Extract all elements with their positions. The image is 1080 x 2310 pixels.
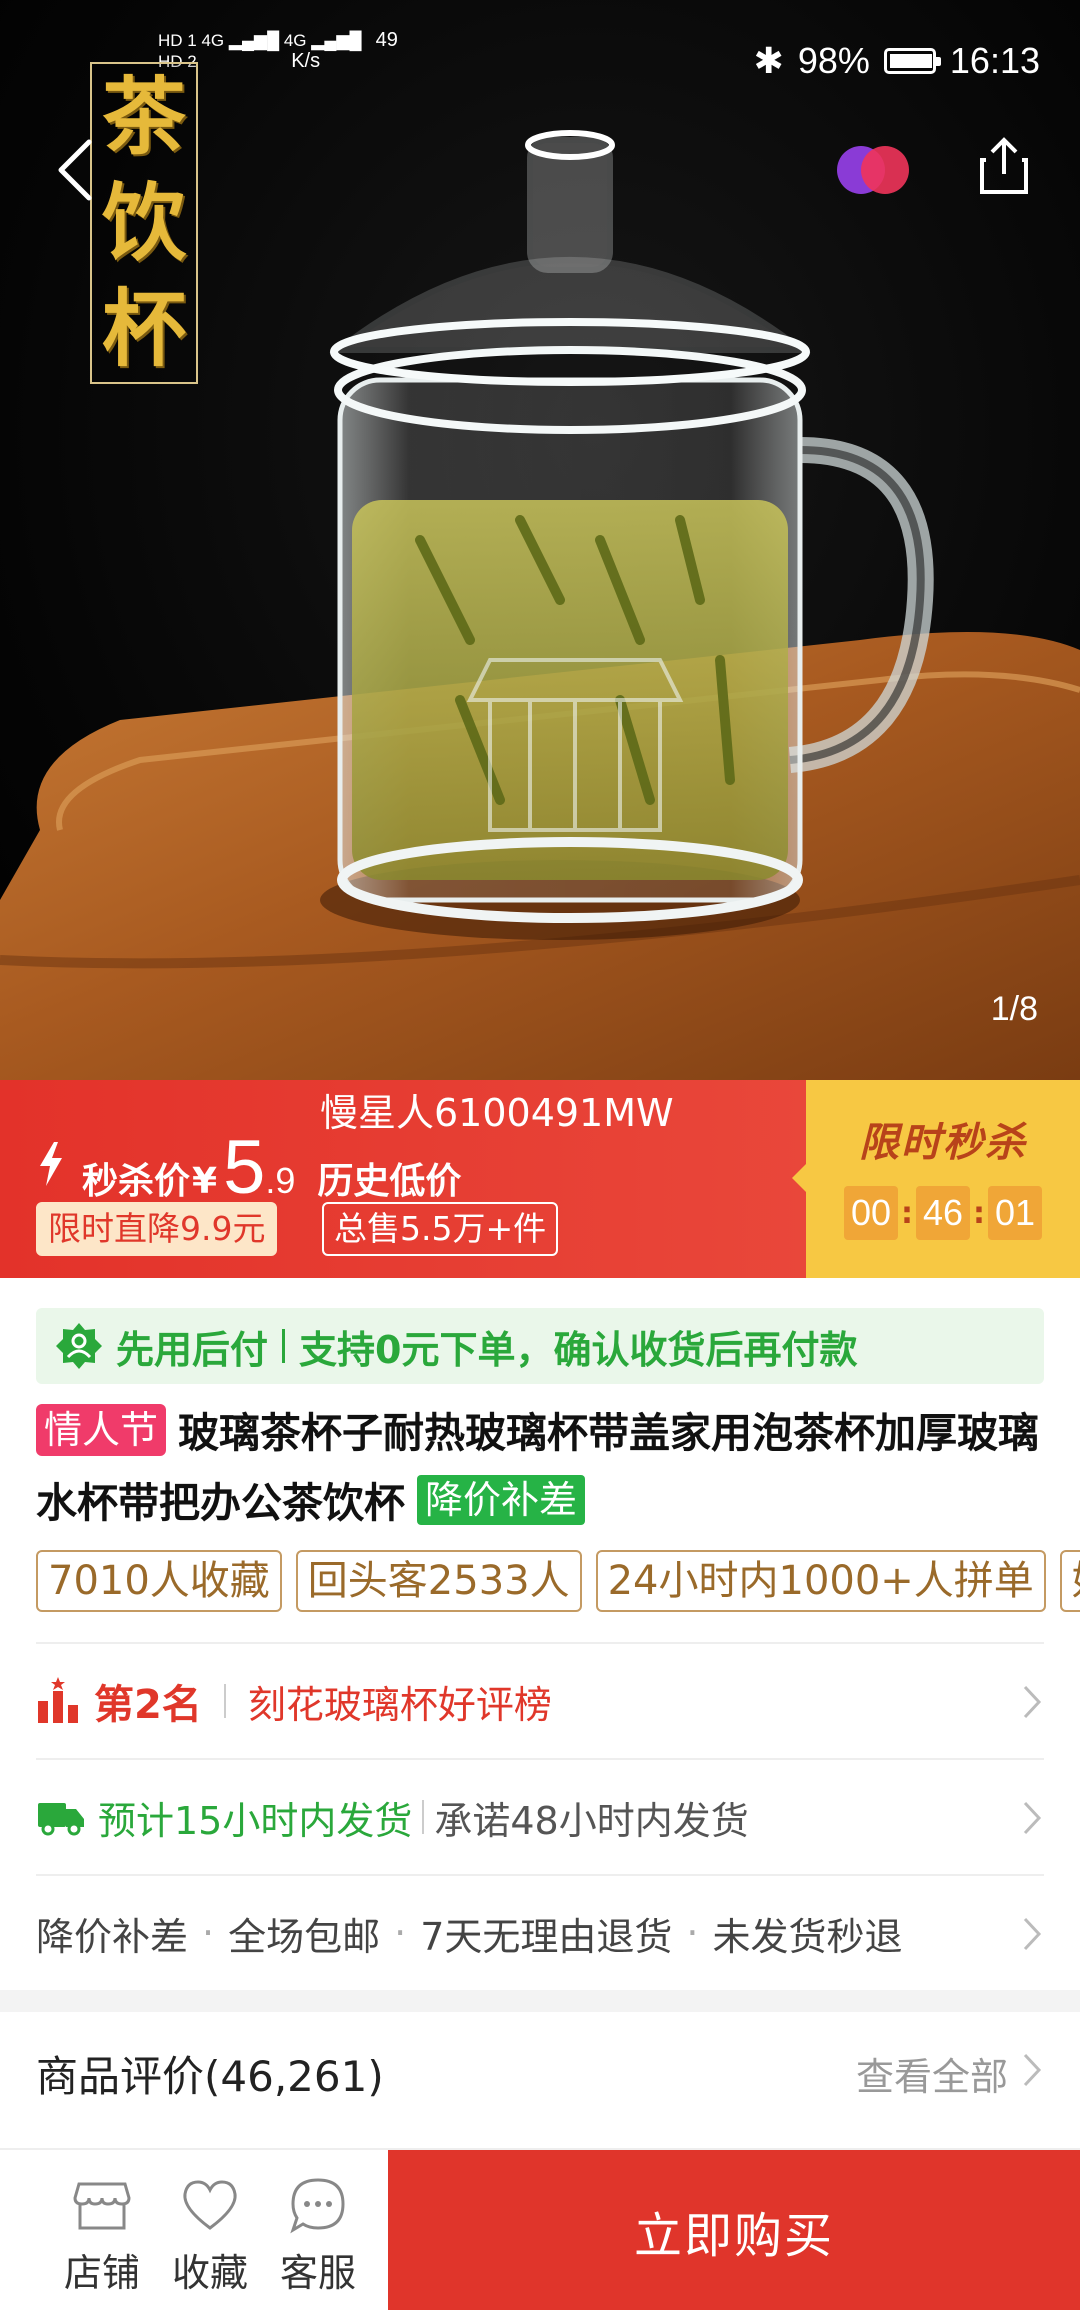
chat-icon (290, 2178, 345, 2234)
countdown-hours: 00 (844, 1186, 898, 1240)
product-stats: 7010人收藏 回头客2533人 24小时内1000+人拼单 好 (36, 1550, 1080, 1614)
share-icon (980, 137, 1028, 194)
customer-service-button[interactable]: 客服 (266, 2174, 370, 2297)
customer-service-label: 客服 (279, 2251, 356, 2295)
price-protection-tag: 降价补差 (417, 1475, 586, 1525)
pay-later-label: 先用后付 (116, 1327, 269, 1372)
chevron-right-icon (1023, 1801, 1042, 1835)
reviews-row[interactable]: 商品评价(46,261) 查看全部 (36, 2012, 1044, 2134)
flash-sale-countdown-panel: 限时秒杀 00 : 46 : 01 (792, 1080, 1080, 1278)
rank-chart-icon (38, 1677, 78, 1723)
flash-sale-banner: 慢星人6100491MW 秒杀价 ¥ 5 .9 历史低价 限时直降9.9元 总售… (0, 1080, 1080, 1278)
stat-repeat-customers: 回头客2533人 (295, 1550, 582, 1612)
bolt-icon (40, 1142, 62, 1186)
buy-now-button[interactable]: 立即购买 (388, 2150, 1080, 2310)
favorite-label: 收藏 (171, 2251, 248, 2295)
rank-list-name: 刻花玻璃杯好评榜 (247, 1682, 552, 1727)
back-button[interactable] (40, 130, 110, 210)
pay-later-icon (56, 1323, 102, 1369)
chevron-right-icon (1023, 1917, 1042, 1951)
battery-icon (883, 48, 941, 74)
bottom-action-bar: 店铺 收藏 客服 立即购买 (0, 2148, 1080, 2310)
service-item: 未发货秒退 (712, 1914, 903, 1959)
shipping-promise: 承诺48小时内发货 (434, 1798, 749, 1843)
flash-sale-title: 限时秒杀 (859, 1120, 1027, 1166)
image-page-indicator: 1/8 (990, 990, 1038, 1028)
share-button[interactable] (958, 120, 1050, 212)
product-image-carousel[interactable]: HD 1 4G ▂▄▆█ 4G ▂▄▆█ 49 HD 2 K/s ✱ 98% 1… (0, 0, 1080, 1080)
tea-cup-logo: 茶 饮 杯 (90, 62, 198, 384)
bluetooth-icon: ✱ (753, 40, 784, 81)
pay-later-detail: 支持0元下单，确认收货后再付款 (299, 1327, 858, 1372)
shipping-row[interactable]: 预计15小时内发货 承诺48小时内发货 (36, 1758, 1044, 1874)
countdown-minutes: 46 (916, 1186, 970, 1240)
clock: 16:13 (949, 40, 1040, 81)
pay-later-banner[interactable]: 先用后付 支持0元下单，确认收货后再付款 (36, 1308, 1044, 1384)
product-title: 情人节 玻璃茶杯子耐热玻璃杯带盖家用泡茶杯加厚玻璃水杯带把办公茶饮杯 降价补差 (36, 1398, 1048, 1538)
chevron-right-icon (1023, 2053, 1042, 2087)
currency-symbol: ¥ (192, 1161, 218, 1202)
stat-partial: 好 (1059, 1550, 1080, 1612)
service-item: 7天无理由退货 (420, 1914, 673, 1959)
countdown-timer: 00 : 46 : 01 (844, 1186, 1042, 1240)
ranking-row[interactable]: 第2名 刻花玻璃杯好评榜 (36, 1642, 1044, 1758)
festival-tag: 情人节 (36, 1404, 167, 1456)
rank-position: 第2名 (94, 1682, 202, 1728)
services-row[interactable]: 降价补差 · 全场包邮 · 7天无理由退货 · 未发货秒退 (36, 1874, 1044, 1990)
shop-button[interactable]: 店铺 (50, 2174, 154, 2297)
price-line: 秒杀价 ¥ 5 .9 历史低价 (36, 1124, 462, 1210)
shop-icon (73, 2182, 131, 2230)
truck-icon (38, 1803, 84, 1836)
back-arrow-icon (58, 139, 92, 201)
countdown-seconds: 01 (988, 1186, 1042, 1240)
shipping-estimate: 预计15小时内发货 (98, 1798, 413, 1843)
reviews-label: 商品评价(46,261) (36, 2051, 384, 2101)
section-divider (0, 1990, 1080, 2012)
heart-icon (183, 2180, 237, 2230)
price-note: 历史低价 (317, 1161, 462, 1202)
price-decimal: .9 (265, 1160, 296, 1201)
flash-sale-price-panel: 慢星人6100491MW 秒杀价 ¥ 5 .9 历史低价 限时直降9.9元 总售… (0, 1080, 806, 1278)
see-all-reviews-link[interactable]: 查看全部 (856, 2046, 1008, 2101)
favorite-button[interactable]: 收藏 (158, 2174, 262, 2297)
total-sold-chip: 总售5.5万+件 (322, 1202, 559, 1256)
brand-circles-icon[interactable] (836, 142, 910, 198)
shop-label: 店铺 (63, 2251, 140, 2295)
price-integer: 5 (223, 1125, 266, 1210)
price-label: 秒杀价 (82, 1161, 191, 1202)
service-item: 全场包邮 (228, 1914, 381, 1959)
service-item: 降价补差 (36, 1914, 189, 1959)
chevron-right-icon (1023, 1685, 1042, 1719)
stat-favorites: 7010人收藏 (36, 1550, 282, 1612)
product-detail-page: HD 1 4G ▂▄▆█ 4G ▂▄▆█ 49 HD 2 K/s ✱ 98% 1… (0, 0, 1080, 2310)
price-drop-chip: 限时直降9.9元 (36, 1202, 278, 1256)
stat-group-orders: 24小时内1000+人拼单 (595, 1550, 1046, 1612)
battery-percent: 98% (797, 40, 870, 81)
status-bar-right: ✱ 98% 16:13 (754, 40, 1040, 82)
